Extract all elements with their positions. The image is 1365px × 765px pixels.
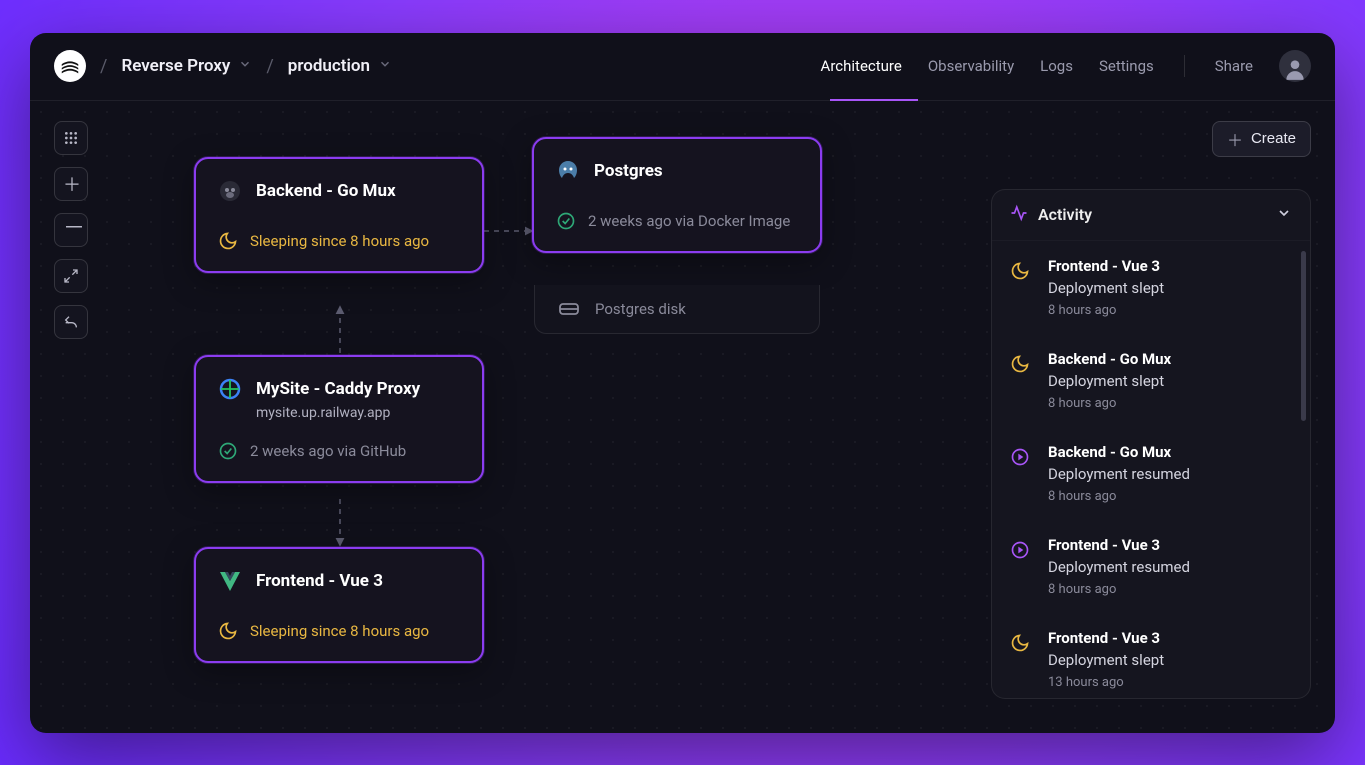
activity-item[interactable]: Backend - Go Mux Deployment slept 8 hour… [992, 334, 1310, 427]
moon-icon [1006, 629, 1034, 690]
activity-item-msg: Deployment slept [1048, 651, 1164, 669]
activity-item-time: 8 hours ago [1048, 396, 1171, 411]
activity-item-msg: Deployment slept [1048, 372, 1171, 390]
check-circle-icon [218, 441, 238, 461]
node-backend[interactable]: Backend - Go Mux Sleeping since 8 hours … [194, 157, 484, 273]
gorilla-icon [218, 179, 242, 203]
check-circle-icon [556, 211, 576, 231]
nav-logs[interactable]: Logs [1040, 57, 1073, 75]
pulse-icon [1010, 204, 1028, 226]
node-subtitle: mysite.up.railway.app [256, 405, 460, 421]
volume-label: Postgres disk [595, 300, 686, 318]
breadcrumb-env-label: production [288, 56, 370, 76]
node-status-text: 2 weeks ago via GitHub [250, 442, 406, 460]
node-title: MySite - Caddy Proxy [256, 379, 420, 399]
nav-architecture[interactable]: Architecture [821, 57, 902, 75]
moon-icon [218, 621, 238, 641]
app-window: / Reverse Proxy / production Architectur… [30, 33, 1335, 733]
disk-icon [557, 297, 581, 321]
activity-item-time: 8 hours ago [1048, 303, 1164, 318]
moon-icon [1006, 257, 1034, 318]
moon-icon [1006, 350, 1034, 411]
activity-item-msg: Deployment slept [1048, 279, 1164, 297]
node-status-text: Sleeping since 8 hours ago [250, 232, 429, 250]
app-logo[interactable] [54, 50, 86, 82]
nav-divider [1184, 55, 1185, 77]
vue-icon [218, 569, 242, 593]
breadcrumb-env[interactable]: production [288, 56, 392, 76]
activity-item[interactable]: Frontend - Vue 3 Deployment slept 8 hour… [992, 241, 1310, 334]
postgres-icon [556, 159, 580, 183]
nav-share[interactable]: Share [1215, 57, 1253, 75]
activity-text: Frontend - Vue 3 Deployment slept 13 hou… [1048, 629, 1164, 690]
activity-item[interactable]: Backend - Go Mux Deployment resumed 8 ho… [992, 427, 1310, 520]
activity-item-title: Backend - Go Mux [1048, 350, 1171, 368]
activity-item-msg: Deployment resumed [1048, 558, 1190, 576]
activity-item[interactable]: Frontend - Vue 3 Deployment resumed 8 ho… [992, 520, 1310, 613]
node-postgres[interactable]: Postgres 2 weeks ago via Docker Image [532, 137, 822, 253]
nav-observability[interactable]: Observability [928, 57, 1014, 75]
activity-header[interactable]: Activity [992, 190, 1310, 241]
node-title: Frontend - Vue 3 [256, 571, 383, 591]
breadcrumb-sep: / [100, 56, 107, 77]
nav-settings[interactable]: Settings [1099, 57, 1154, 75]
node-status-text: 2 weeks ago via Docker Image [588, 212, 790, 230]
node-title: Postgres [594, 161, 663, 181]
volume-postgres-disk[interactable]: Postgres disk [534, 285, 820, 334]
activity-item[interactable]: Frontend - Vue 3 Deployment slept 13 hou… [992, 613, 1310, 698]
moon-icon [218, 231, 238, 251]
activity-item-msg: Deployment resumed [1048, 465, 1190, 483]
activity-text: Frontend - Vue 3 Deployment resumed 8 ho… [1048, 536, 1190, 597]
caddy-icon [218, 377, 242, 401]
canvas-area: ＋ － ＋ Create [30, 101, 1335, 733]
node-title: Backend - Go Mux [256, 181, 396, 201]
activity-item-title: Frontend - Vue 3 [1048, 536, 1190, 554]
activity-list[interactable]: Frontend - Vue 3 Deployment slept 8 hour… [992, 241, 1310, 698]
play-circle-icon [1006, 536, 1034, 597]
activity-text: Backend - Go Mux Deployment resumed 8 ho… [1048, 443, 1190, 504]
header: / Reverse Proxy / production Architectur… [30, 33, 1335, 101]
breadcrumb-project-label: Reverse Proxy [121, 56, 230, 76]
scrollbar[interactable] [1301, 251, 1306, 421]
avatar[interactable] [1279, 50, 1311, 82]
activity-text: Backend - Go Mux Deployment slept 8 hour… [1048, 350, 1171, 411]
activity-item-title: Frontend - Vue 3 [1048, 629, 1164, 647]
breadcrumb-sep: / [266, 56, 273, 77]
node-frontend[interactable]: Frontend - Vue 3 Sleeping since 8 hours … [194, 547, 484, 663]
activity-item-time: 8 hours ago [1048, 582, 1190, 597]
nav: Architecture Observability Logs Settings… [821, 50, 1311, 82]
activity-item-time: 8 hours ago [1048, 489, 1190, 504]
activity-panel: Activity Frontend - Vue 3 Deployment sle… [991, 189, 1311, 699]
play-circle-icon [1006, 443, 1034, 504]
activity-item-time: 13 hours ago [1048, 675, 1164, 690]
chevron-down-icon [378, 56, 392, 76]
activity-title: Activity [1038, 205, 1092, 224]
activity-item-title: Backend - Go Mux [1048, 443, 1190, 461]
node-caddy[interactable]: MySite - Caddy Proxy mysite.up.railway.a… [194, 355, 484, 483]
activity-text: Frontend - Vue 3 Deployment slept 8 hour… [1048, 257, 1164, 318]
chevron-down-icon [238, 56, 252, 76]
breadcrumb-project[interactable]: Reverse Proxy [121, 56, 252, 76]
chevron-down-icon [1276, 205, 1292, 225]
activity-item-title: Frontend - Vue 3 [1048, 257, 1164, 275]
node-status-text: Sleeping since 8 hours ago [250, 622, 429, 640]
